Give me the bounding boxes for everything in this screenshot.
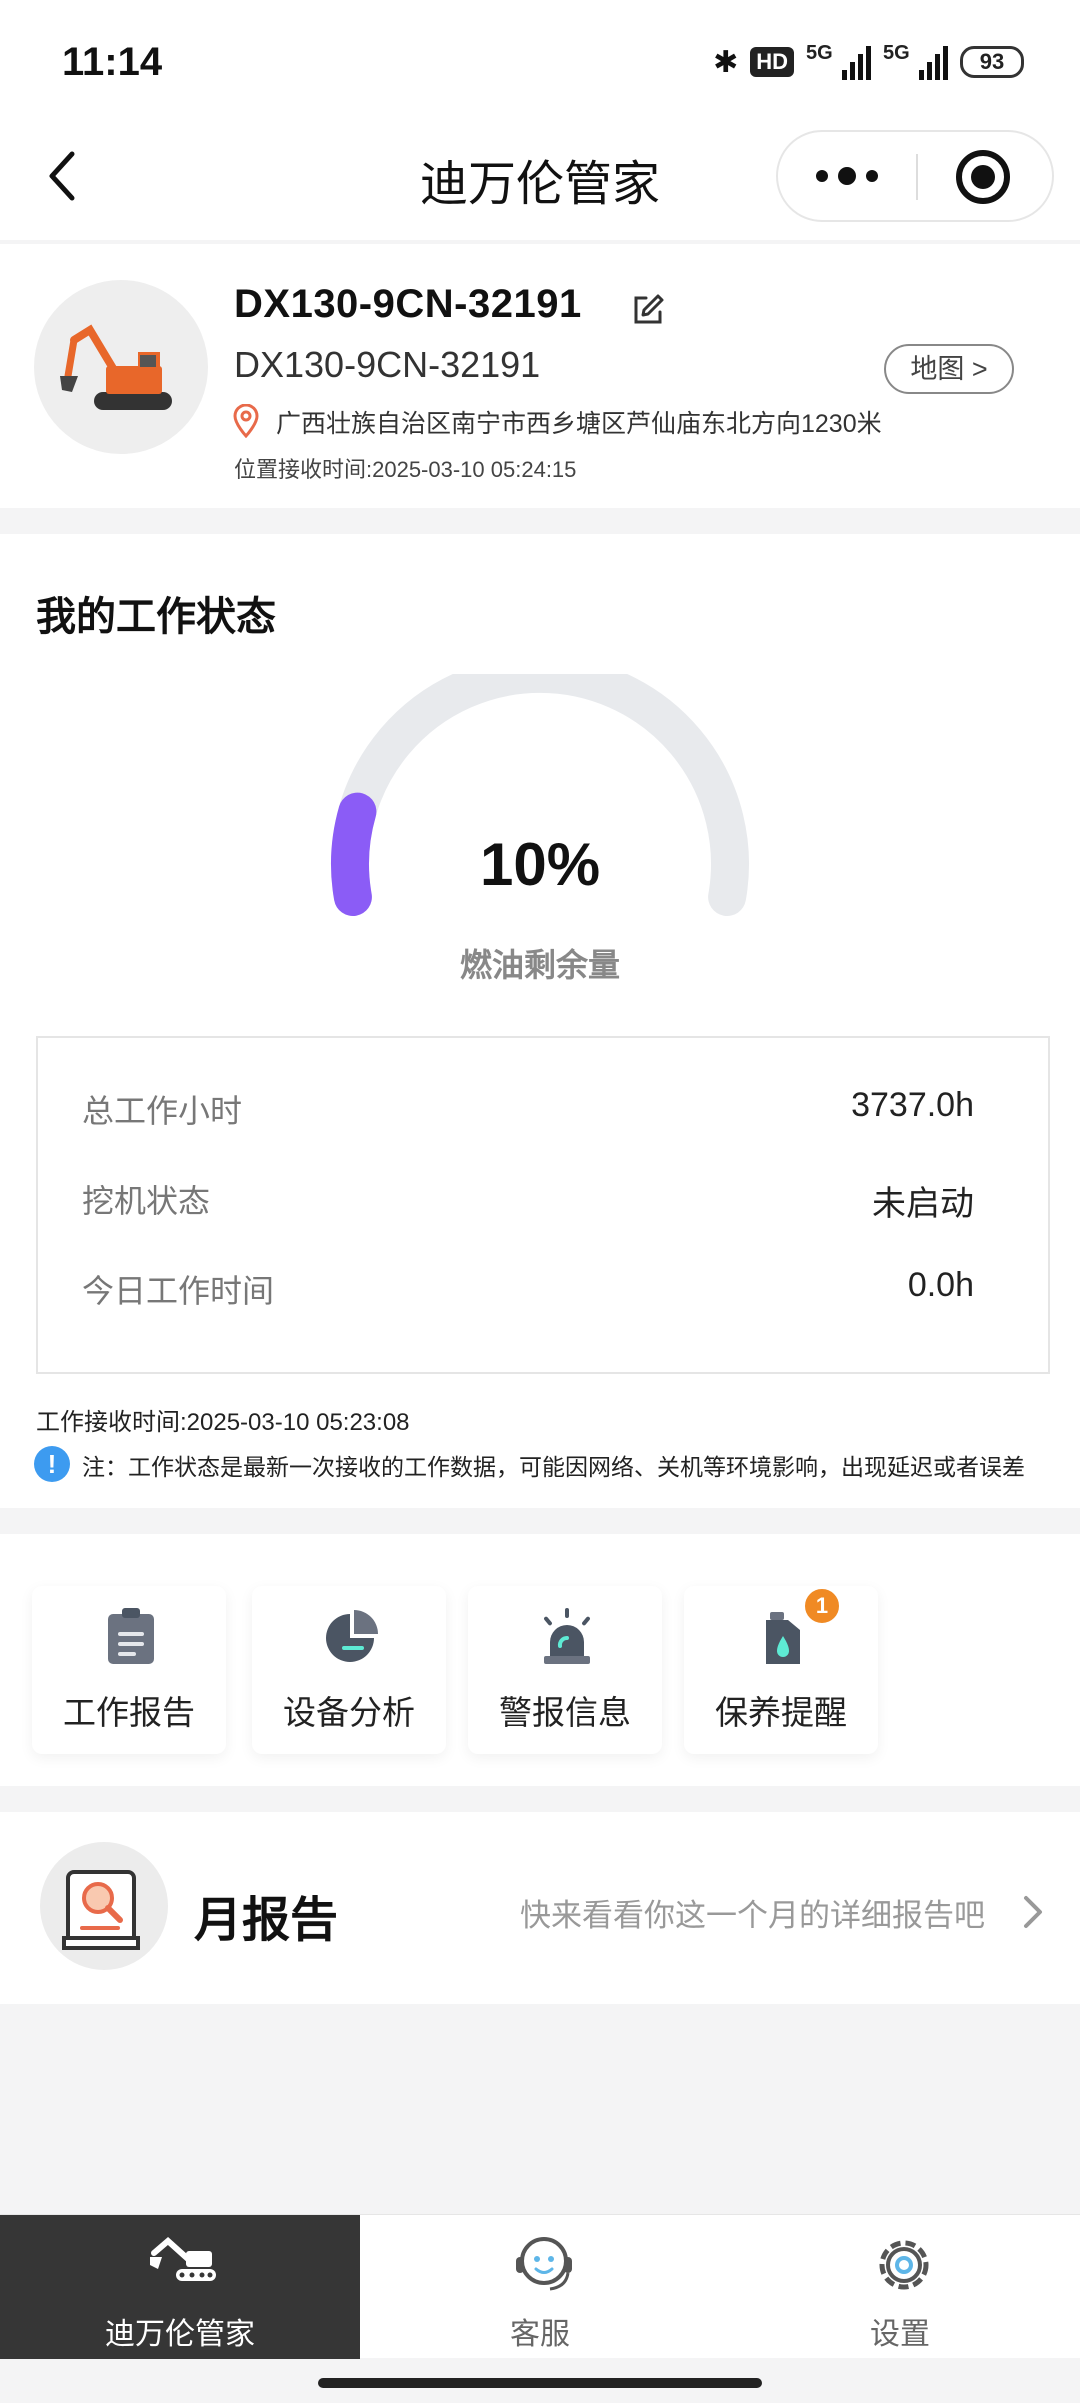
excavator-icon <box>150 2237 216 2281</box>
menu-item-work-report[interactable]: 工作报告 <box>32 1586 226 1754</box>
stats-box: 总工作小时 3737.0h 挖机状态 未启动 今日工作时间 0.0h <box>36 1036 1050 1374</box>
gear-icon <box>879 2240 929 2290</box>
pie-chart-icon <box>326 1610 378 1662</box>
report-magnifier-icon <box>62 1870 140 1950</box>
location-received-time: 位置接收时间:2025-03-10 05:24:15 <box>234 457 577 482</box>
device-card: DX130-9CN-32191 DX130-9CN-32191 地图 > 广西壮… <box>0 244 1080 508</box>
tab-home[interactable]: 迪万伦管家 <box>0 2215 360 2359</box>
feature-menu: 工作报告 设备分析 警报信息 1 保养提醒 <box>0 1534 1080 1786</box>
signal-icon-2: 5G <box>883 42 948 80</box>
tab-label: 设置 <box>870 2318 930 2351</box>
menu-item-label: 设备分析 <box>283 1694 415 1731</box>
menu-item-label: 警报信息 <box>499 1694 631 1731</box>
stat-row-machine-status: 挖机状态 未启动 <box>82 1176 974 1226</box>
excavator-avatar <box>34 280 208 454</box>
map-button[interactable]: 地图 > <box>884 344 1014 394</box>
tab-customer-service[interactable]: 客服 <box>360 2215 720 2359</box>
tab-settings[interactable]: 设置 <box>720 2215 1080 2359</box>
close-target-icon[interactable] <box>956 150 1010 204</box>
signal-icon: 5G <box>806 42 871 80</box>
work-status-card: 我的工作状态 10% 燃油剩余量 总工作小时 3737.0h 挖机状态 未启动 … <box>0 534 1080 1508</box>
status-note: 注：工作状态是最新一次接收的工作数据，可能因网络、关机等环境影响，出现延迟或者误… <box>82 1454 1025 1480</box>
status-icons: ✱ HD 5G 5G 93 <box>713 40 1024 84</box>
report-hint: 快来看看你这一个月的详细报告吧 <box>520 1898 985 1933</box>
stat-value: 0.0h <box>907 1266 974 1304</box>
report-title: 月报告 <box>194 1894 339 1947</box>
status-bar: 11:14 ✱ HD 5G 5G 93 <box>0 0 1080 120</box>
menu-item-alarm-info[interactable]: 警报信息 <box>468 1586 662 1754</box>
fuel-percentage: 10% <box>479 831 601 898</box>
more-menu-icon[interactable] <box>778 132 916 220</box>
stat-row-today-hours: 今日工作时间 0.0h <box>82 1266 974 1316</box>
battery-icon: 93 <box>960 46 1024 78</box>
notification-badge: 1 <box>802 1586 842 1626</box>
status-time: 11:14 <box>62 40 163 84</box>
mini-program-capsule <box>776 130 1054 222</box>
capsule-divider <box>916 154 918 200</box>
section-title: 我的工作状态 <box>36 595 276 639</box>
alarm-light-icon <box>544 1608 590 1664</box>
menu-item-label: 工作报告 <box>63 1694 195 1731</box>
fuel-label: 燃油剩余量 <box>459 947 620 983</box>
tab-label: 客服 <box>510 2318 570 2351</box>
info-icon: ! <box>34 1446 70 1482</box>
stat-label: 总工作小时 <box>82 1093 243 1129</box>
monthly-report-card[interactable]: 月报告 快来看看你这一个月的详细报告吧 <box>0 1812 1080 2004</box>
stat-label: 今日工作时间 <box>82 1273 275 1309</box>
edit-icon[interactable] <box>630 292 666 328</box>
bottom-tab-bar: 迪万伦管家 客服 设置 <box>0 2214 1080 2359</box>
device-address: 广西壮族自治区南宁市西乡塘区芦仙庙东北方向1230米 <box>276 410 882 438</box>
menu-item-device-analysis[interactable]: 设备分析 <box>252 1586 446 1754</box>
work-received-time: 工作接收时间:2025-03-10 05:23:08 <box>36 1409 410 1436</box>
stat-row-total-hours: 总工作小时 3737.0h <box>82 1086 974 1136</box>
location-pin-icon <box>233 404 259 438</box>
clipboard-icon <box>108 1608 154 1664</box>
hd-badge: HD <box>750 47 794 77</box>
device-model: DX130-9CN-32191 <box>234 344 541 385</box>
stat-value: 3737.0h <box>851 1086 974 1124</box>
report-icon <box>40 1842 168 1970</box>
nav-bar: 迪万伦管家 <box>0 120 1080 240</box>
chevron-right-icon <box>1024 1896 1042 1928</box>
customer-service-icon <box>516 2237 572 2291</box>
fuel-gauge <box>331 674 749 916</box>
excavator-image <box>60 324 172 410</box>
tab-label: 迪万伦管家 <box>105 2318 255 2351</box>
device-name: DX130-9CN-32191 <box>234 282 582 326</box>
menu-item-maintenance-reminder[interactable]: 1 保养提醒 <box>684 1586 878 1754</box>
stat-label: 挖机状态 <box>82 1183 211 1219</box>
menu-item-label: 保养提醒 <box>715 1694 847 1731</box>
oil-can-icon <box>766 1612 800 1664</box>
home-indicator <box>318 2378 762 2388</box>
stat-value: 未启动 <box>872 1185 974 1223</box>
bluetooth-icon: ✱ <box>713 45 739 79</box>
